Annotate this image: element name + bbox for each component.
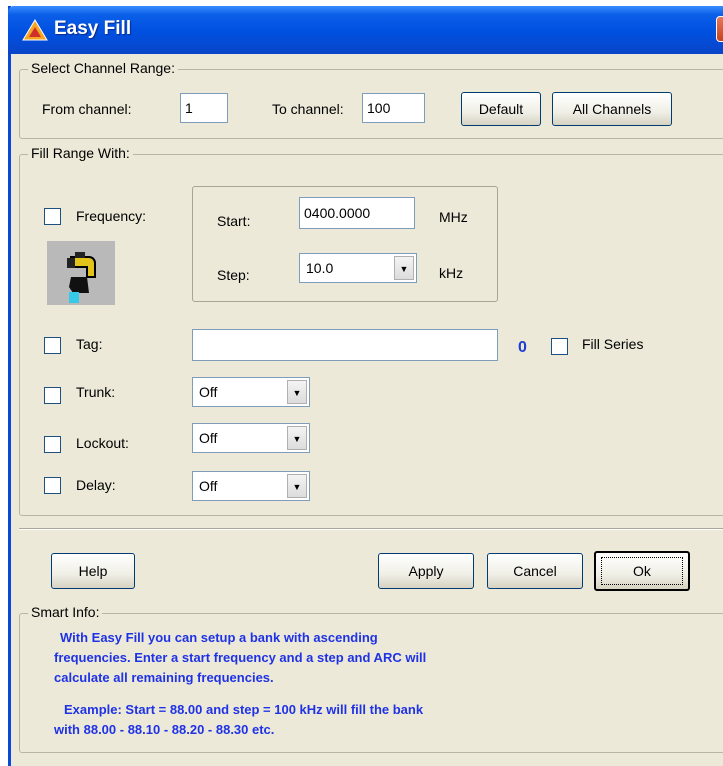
step-select-value: 10.0 [306,260,334,276]
ok-button[interactable]: Ok [594,551,690,591]
button-bar-divider [19,528,723,530]
to-channel-input[interactable]: 100 [362,93,425,123]
fill-series-label: Fill Series [582,336,644,352]
frequency-checkbox[interactable] [44,208,61,225]
app-triangle-icon [22,19,48,41]
frequency-label: Frequency: [76,208,147,224]
step-unit-label: kHz [439,265,464,281]
fill-range-group-label: Fill Range With: [28,145,133,161]
trunk-select-value: Off [199,384,218,400]
start-frequency-input[interactable]: 0400.0000 [299,197,415,229]
cancel-button[interactable]: Cancel [487,553,583,589]
apply-button[interactable]: Apply [378,553,474,589]
delay-select-value: Off [199,478,218,494]
smart-info-line-1: With Easy Fill you can setup a bank with… [60,630,378,645]
title-bar[interactable]: Easy Fill X [8,6,723,54]
close-button[interactable]: X [716,16,723,42]
fill-series-checkbox[interactable] [551,338,568,355]
channel-range-group: Select Channel Range: From channel: 1 To… [19,60,723,139]
delay-label: Delay: [76,477,116,493]
from-channel-input[interactable]: 1 [180,93,228,123]
lockout-select[interactable]: Off ▼ [192,423,310,453]
trunk-checkbox[interactable] [44,387,61,404]
delay-select[interactable]: Off ▼ [192,471,310,501]
tag-label: Tag: [76,336,103,352]
chevron-down-icon[interactable]: ▼ [287,474,307,498]
help-button[interactable]: Help [51,553,135,589]
lockout-checkbox[interactable] [44,436,61,453]
smart-info-line-3: calculate all remaining frequencies. [54,670,274,685]
easy-fill-dialog: Easy Fill X Select Channel Range: From c… [8,6,723,766]
start-label: Start: [217,213,251,229]
tag-input[interactable] [192,329,498,361]
window-title: Easy Fill [54,18,132,39]
fill-range-group: Fill Range With: Frequency: Start: 0400.… [19,145,723,516]
ok-button-label: Ok [633,563,651,579]
smart-info-line-2: frequencies. Enter a start frequency and… [54,650,427,665]
from-channel-label: From channel: [42,101,132,117]
start-unit-label: MHz [439,209,468,225]
smart-info-group-label: Smart Info: [28,604,103,620]
smart-info-line-5: with 88.00 - 88.10 - 88.20 - 88.30 etc. [54,722,275,737]
tag-count: 0 [518,339,527,356]
delay-checkbox[interactable] [44,477,61,494]
lockout-label: Lockout: [76,435,129,451]
frequency-settings-box: Start: 0400.0000 MHz Step: 10.0 ▼ kHz [192,186,498,302]
step-label: Step: [217,267,250,283]
default-button[interactable]: Default [461,92,541,126]
trunk-label: Trunk: [76,384,116,400]
smart-info-line-4: Example: Start = 88.00 and step = 100 kH… [64,702,424,717]
chevron-down-icon[interactable]: ▼ [287,380,307,404]
to-channel-label: To channel: [272,101,344,117]
step-select[interactable]: 10.0 ▼ [299,253,417,283]
smart-info-group: Smart Info: With Easy Fill you can setup… [19,604,723,753]
trunk-select[interactable]: Off ▼ [192,377,310,407]
channel-range-group-label: Select Channel Range: [28,60,178,76]
chevron-down-icon[interactable]: ▼ [287,426,307,450]
tag-checkbox[interactable] [44,337,61,354]
chevron-down-icon[interactable]: ▼ [394,256,414,280]
faucet-icon [47,241,115,305]
lockout-select-value: Off [199,430,218,446]
all-channels-button[interactable]: All Channels [552,92,672,126]
